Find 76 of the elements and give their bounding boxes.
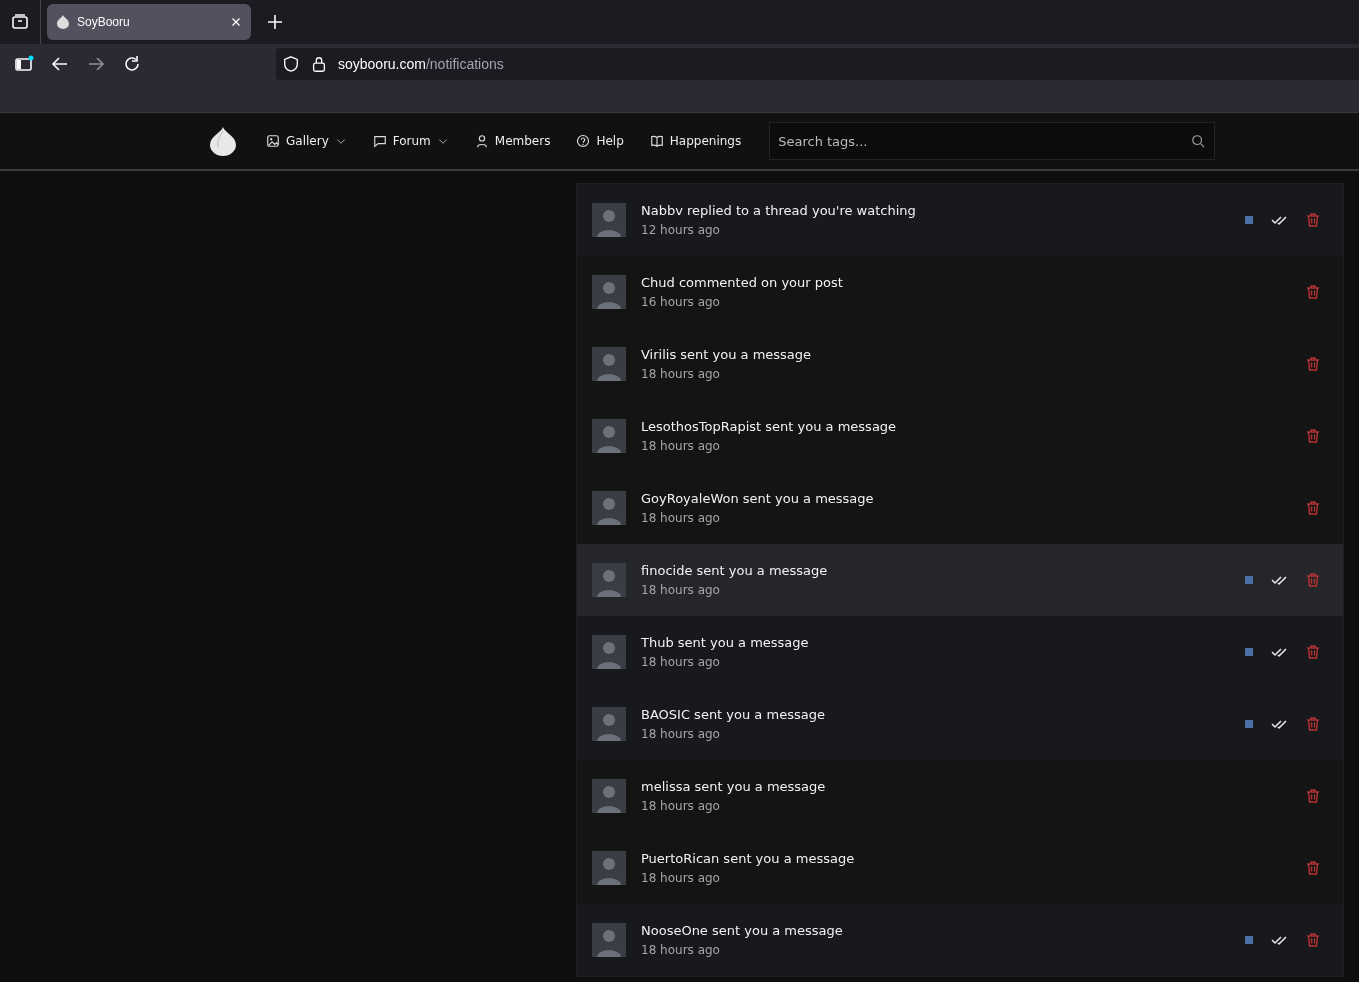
notification-row[interactable]: BAOSIC sent you a message 18 hours ago [577,688,1343,760]
notification-row[interactable]: finocide sent you a message 18 hours ago [577,544,1343,616]
avatar-placeholder [592,275,626,309]
notification-text: BAOSIC sent you a message [641,707,826,722]
url-text: soybooru.com/notifications [338,56,504,72]
address-bar[interactable]: soybooru.com/notifications [276,48,1359,80]
trash-icon[interactable] [1305,716,1321,732]
notification-time: 18 hours ago [641,727,721,741]
nav-link[interactable]: Happenings [649,134,742,148]
trash-icon[interactable] [1305,932,1321,948]
notification-time: 18 hours ago [641,367,721,381]
unread-indicator-icon [1245,648,1253,656]
notification-row[interactable]: NooseOne sent you a message 18 hours ago [577,904,1343,976]
nav-link[interactable]: Members [474,134,551,148]
notification-text: LesothosTopRapist sent you a message [641,419,898,434]
trash-icon[interactable] [1305,500,1321,516]
reload-icon[interactable] [122,54,142,74]
trash-icon[interactable] [1305,284,1321,300]
notification-time: 12 hours ago [641,223,721,237]
avatar-placeholder [592,779,626,813]
nav-link[interactable]: Gallery [266,134,347,148]
notification-time: 18 hours ago [641,511,721,525]
nav-link[interactable]: Help [576,134,624,148]
tab-list-icon[interactable] [10,12,30,32]
search-icon[interactable] [1191,134,1206,148]
notification-time: 18 hours ago [641,583,721,597]
avatar-placeholder [592,419,626,453]
notification-text: Thub sent you a message [641,635,810,650]
shield-icon[interactable] [282,55,300,73]
avatar-placeholder [592,635,626,669]
notification-time: 18 hours ago [641,799,721,813]
unread-indicator-icon [1245,576,1253,584]
browser-tab[interactable]: SoyBooru [47,4,251,40]
sidebar-icon[interactable] [14,54,34,74]
avatar-placeholder [592,707,626,741]
trash-icon[interactable] [1305,860,1321,876]
image-icon[interactable] [266,134,280,148]
trash-icon[interactable] [1305,572,1321,588]
trash-icon[interactable] [1305,428,1321,444]
notification-text: finocide sent you a message [641,563,829,578]
notification-text: melissa sent you a message [641,779,827,794]
notification-time: 18 hours ago [641,943,721,957]
notification-text: Chud commented on your post [641,275,844,290]
avatar-placeholder [592,851,626,885]
notification-time: 18 hours ago [641,439,721,453]
avatar-placeholder [592,923,626,957]
question-icon[interactable] [576,134,591,148]
trash-icon[interactable] [1305,788,1321,804]
trash-icon[interactable] [1305,644,1321,660]
lock-icon [310,55,328,73]
notification-text: Virilis sent you a message [641,347,813,362]
new-tab-icon[interactable] [265,12,285,32]
notification-text: NooseOne sent you a message [641,923,844,938]
search-field[interactable]: Search tags... [769,122,1216,160]
notification-time: 16 hours ago [641,295,721,309]
unread-indicator-icon [1245,936,1253,944]
trash-icon[interactable] [1305,212,1321,228]
avatar-placeholder [592,563,626,597]
book-icon[interactable] [649,134,664,148]
speech-bubble-icon[interactable] [372,134,387,148]
tab-title: SoyBooru [77,15,131,29]
notification-time: 18 hours ago [641,655,721,669]
avatar-placeholder [592,347,626,381]
unread-indicator-icon [1245,720,1253,728]
notification-text: PuertoRican sent you a message [641,851,856,866]
notification-row[interactable]: Nabbv replied to a thread you're watching 12 hours ago [577,184,1343,256]
notification-row[interactable]: Thub sent you a message 18 hours ago [577,616,1343,688]
person-icon[interactable] [474,134,489,148]
trash-icon[interactable] [1305,356,1321,372]
notification-text: Nabbv replied to a thread you're watching [641,203,917,218]
unread-indicator-icon [1245,216,1253,224]
avatar-placeholder [592,203,626,237]
avatar-placeholder [592,491,626,525]
notification-text: GoyRoyaleWon sent you a message [641,491,875,506]
notification-time: 18 hours ago [641,871,721,885]
nav-link[interactable]: Forum [372,134,449,148]
